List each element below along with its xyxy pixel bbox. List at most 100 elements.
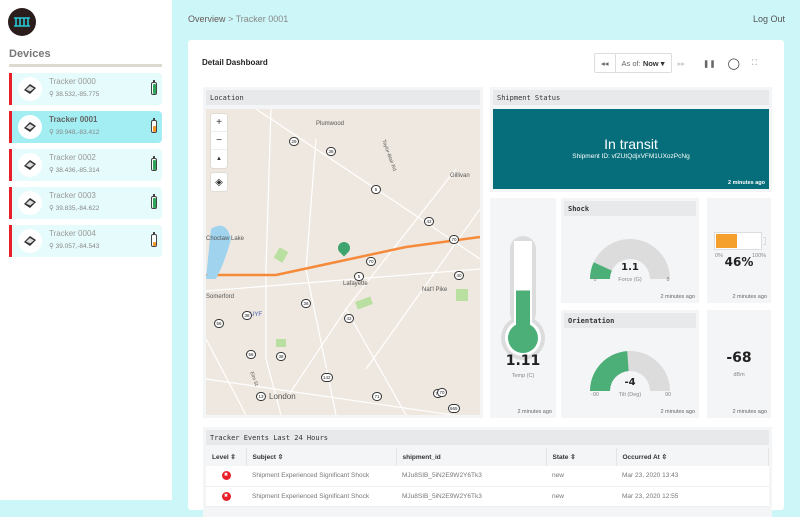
event-state: new bbox=[546, 486, 616, 507]
battery-level bbox=[152, 126, 156, 132]
route-shield-icon: 70 bbox=[437, 388, 447, 397]
battery-icon bbox=[151, 194, 157, 209]
map-place-label: Somerford bbox=[206, 294, 235, 300]
zoom-out-button[interactable]: − bbox=[211, 132, 227, 150]
column-header[interactable]: Level ⇳ bbox=[206, 448, 247, 466]
events-table: Level ⇳ Subject ⇳ shipment_id State ⇳ Occurr… bbox=[206, 448, 769, 507]
tracker-device-icon bbox=[18, 77, 42, 101]
shock-panel: Shock 1.1 Force (G) 0 8 2 minutes ago bbox=[561, 198, 699, 303]
shipment-id: Shipment ID: vfZUtQdjxVFM1UXozPcNg bbox=[493, 153, 769, 160]
battery-panel: 0% 100% 46% 2 minutes ago bbox=[707, 198, 771, 303]
tracker-device-icon bbox=[18, 191, 42, 215]
event-occurred-at: Mar 23, 2020 12:55 bbox=[616, 486, 769, 507]
shipment-id-label: Shipment ID: bbox=[572, 153, 610, 160]
device-item[interactable]: Tracker 0003 ⚲ 39.835,-84.622 bbox=[9, 187, 162, 219]
battery-value: 46% bbox=[724, 255, 754, 269]
map[interactable]: Plumwood Gillivan Choctaw Lake Lafayette Nat… bbox=[206, 109, 480, 415]
temperature-panel: 1.11 Temp (C) 2 minutes ago bbox=[490, 198, 556, 418]
route-shield-icon: 38 bbox=[301, 299, 311, 308]
as-of-label: As of: bbox=[621, 58, 641, 68]
device-name: Tracker 0000 bbox=[49, 77, 96, 86]
device-item[interactable]: Tracker 0004 ⚲ 39.057,-84.543 bbox=[9, 225, 162, 257]
battery-level bbox=[152, 242, 156, 246]
map-place-label: Choctaw Lake bbox=[206, 236, 245, 242]
location-panel: Location Plumwood Gillivan Choctaw Lake Laf… bbox=[203, 87, 483, 418]
map-place-label: Gillivan bbox=[450, 173, 470, 179]
dashboard-title: Detail Dashboard bbox=[202, 58, 268, 67]
table-row[interactable]: ✖ Shipment Experienced Significant Shock M… bbox=[206, 486, 769, 507]
battery-fill bbox=[716, 234, 737, 248]
route-shield-icon: 42 bbox=[344, 314, 354, 323]
event-subject: Shipment Experienced Significant Shock bbox=[246, 466, 396, 487]
device-name: Tracker 0004 bbox=[49, 229, 96, 238]
shipment-status-title: Shipment Status bbox=[493, 90, 769, 105]
error-icon: ✖ bbox=[221, 471, 231, 481]
shock-updated: 2 minutes ago bbox=[660, 294, 695, 300]
battery-icon bbox=[151, 156, 157, 171]
detail-dashboard: Detail Dashboard ◂◂ As of: Now ▾ ▸▸ ❚❚ ◯… bbox=[188, 40, 784, 517]
shock-gauge bbox=[590, 239, 670, 279]
battery-level bbox=[152, 160, 156, 170]
route-shield-icon: 71 bbox=[372, 392, 382, 401]
route-shield-icon: 142 bbox=[321, 373, 333, 382]
device-item[interactable]: Tracker 0001 ⚲ 39.948,-83.412 bbox=[9, 111, 162, 143]
event-occurred-at: Mar 23, 2020 13:43 bbox=[616, 466, 769, 487]
route-shield-icon: 38 bbox=[326, 147, 336, 156]
breadcrumb-overview[interactable]: Overview bbox=[188, 14, 226, 24]
pause-button[interactable]: ❚❚ bbox=[697, 54, 722, 72]
app-logo[interactable] bbox=[8, 8, 36, 36]
route-shield-icon: 42 bbox=[424, 217, 434, 226]
orientation-panel: Orientation -4 Tilt (Deg) -90 90 2 minut… bbox=[561, 310, 699, 418]
fullscreen-button[interactable]: ⛶ bbox=[746, 54, 763, 72]
location-pin-icon: ⚲ bbox=[49, 243, 54, 250]
route-shield-icon: 29 bbox=[289, 137, 299, 146]
tracker-device-icon bbox=[18, 229, 42, 253]
device-coords-value: 39.835,-84.622 bbox=[55, 205, 100, 212]
column-header[interactable]: Occurred At ⇳ bbox=[616, 448, 769, 466]
error-icon: ✖ bbox=[221, 491, 231, 501]
events-header-row: Level ⇳ Subject ⇳ shipment_id State ⇳ Occurr… bbox=[206, 448, 769, 466]
forward-button[interactable]: ▸▸ bbox=[672, 54, 692, 72]
route-shield-icon: 70 bbox=[449, 235, 459, 244]
device-name: Tracker 0002 bbox=[49, 153, 96, 162]
compass-button[interactable]: ▲ bbox=[211, 150, 227, 168]
battery-gauge bbox=[714, 232, 766, 250]
battery-level bbox=[152, 198, 156, 208]
refresh-circle-button[interactable]: ◯ bbox=[722, 54, 746, 72]
zoom-in-button[interactable]: + bbox=[211, 114, 227, 132]
column-header[interactable]: Subject ⇳ bbox=[246, 448, 397, 466]
battery-icon bbox=[151, 232, 157, 247]
column-header[interactable]: State ⇳ bbox=[546, 448, 617, 466]
route-shield-icon: 5 bbox=[371, 185, 381, 194]
battery-level bbox=[152, 84, 156, 94]
map-place-label: Plumwood bbox=[316, 121, 345, 127]
column-header[interactable]: shipment_id bbox=[396, 448, 547, 466]
map-place-label: Nat'l Pike bbox=[422, 287, 448, 293]
signal-updated: 2 minutes ago bbox=[732, 409, 767, 415]
as-of-value: Now ▾ bbox=[642, 58, 665, 68]
time-toolbar: ◂◂ As of: Now ▾ ▸▸ ❚❚ ◯ ⛶ bbox=[594, 53, 763, 73]
as-of-dropdown[interactable]: As of: Now ▾ bbox=[614, 54, 671, 72]
logo-icon bbox=[14, 17, 30, 27]
temperature-unit: Temp (C) bbox=[511, 373, 535, 379]
location-pin-icon: ⚲ bbox=[49, 129, 54, 136]
layers-button[interactable]: ◈ bbox=[211, 173, 227, 191]
temperature-updated: 2 minutes ago bbox=[517, 409, 552, 415]
events-title: Tracker Events Last 24 Hours bbox=[206, 430, 769, 445]
route-shield-icon: 5 bbox=[354, 272, 364, 281]
device-item[interactable]: Tracker 0002 ⚲ 38.436,-85.314 bbox=[9, 149, 162, 181]
map-layers-control: ◈ bbox=[211, 173, 227, 191]
battery-updated: 2 minutes ago bbox=[732, 294, 767, 300]
table-row[interactable]: ✖ Shipment Experienced Significant Shock M… bbox=[206, 466, 769, 487]
signal-panel: -68 dBm 2 minutes ago bbox=[707, 310, 771, 418]
event-shipment-id: MJu8SIB_5iN2E9W2Y6Tk3 bbox=[396, 466, 546, 487]
logout-link[interactable]: Log Out bbox=[753, 14, 785, 24]
device-item[interactable]: Tracker 0000 ⚲ 38.532,-85.775 bbox=[9, 73, 162, 105]
rewind-button[interactable]: ◂◂ bbox=[595, 54, 615, 72]
orientation-value: -4 bbox=[624, 377, 636, 388]
device-name: Tracker 0003 bbox=[49, 191, 96, 200]
event-state: new bbox=[546, 466, 616, 487]
route-shield-icon: 56 bbox=[246, 350, 256, 359]
device-coords: ⚲ 38.532,-85.775 bbox=[49, 90, 99, 98]
location-title: Location bbox=[206, 90, 480, 105]
